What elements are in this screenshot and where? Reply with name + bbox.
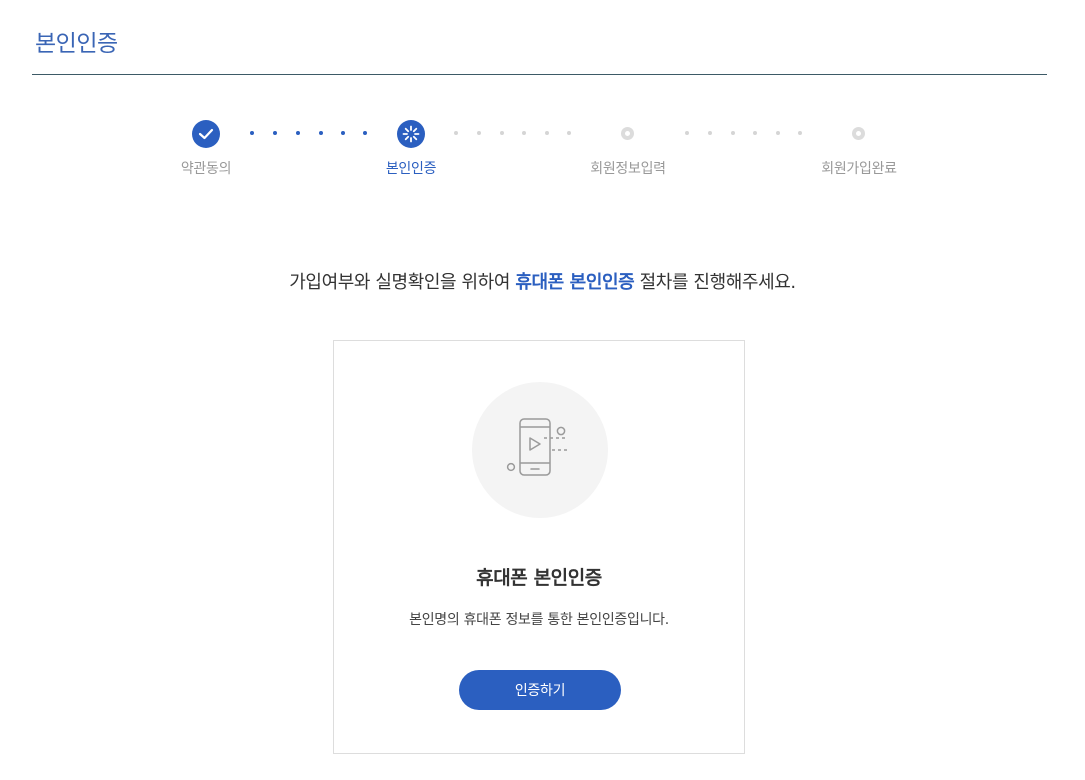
step-label-identity: 본인인증: [385, 161, 437, 177]
progress-dot: [273, 131, 277, 135]
mobile-phone-icon: [506, 418, 568, 476]
title-divider: [32, 74, 1047, 75]
verify-button[interactable]: 인증하기: [459, 670, 621, 710]
phone-verification-card: 휴대폰 본인인증 본인명의 휴대폰 정보를 통한 본인인증입니다. 인증하기: [333, 340, 745, 754]
phone-icon-circle: [472, 382, 608, 518]
progress-dot: [477, 131, 481, 135]
signup-stepper: 약관동의 본인인증 회원정보입력 회원가입완료: [0, 118, 1085, 188]
progress-dot: [776, 131, 780, 135]
step-label-member-info: 회원정보입력: [590, 161, 666, 177]
loading-spinner-icon: [397, 120, 425, 148]
progress-dot: [341, 131, 345, 135]
intro-text-before: 가입여부와 실명확인을 위하여: [289, 272, 516, 293]
card-title: 휴대폰 본인인증: [476, 567, 602, 589]
progress-dot: [454, 131, 458, 135]
progress-dot: [731, 131, 735, 135]
progress-dot: [545, 131, 549, 135]
progress-dot: [753, 131, 757, 135]
intro-highlight: 휴대폰 본인인증: [515, 272, 635, 293]
card-description: 본인명의 휴대폰 정보를 통한 본인인증입니다.: [409, 612, 669, 628]
progress-dot: [522, 131, 526, 135]
progress-dot: [798, 131, 802, 135]
circle-icon: [852, 127, 865, 140]
progress-dot: [363, 131, 367, 135]
progress-dot: [500, 131, 504, 135]
step-label-terms: 약관동의: [180, 161, 232, 177]
progress-dot: [708, 131, 712, 135]
intro-text-after: 절차를 진행해주세요.: [634, 272, 796, 293]
progress-dot: [250, 131, 254, 135]
progress-dot: [567, 131, 571, 135]
circle-icon: [621, 127, 634, 140]
page-title: 본인인증: [35, 31, 118, 57]
progress-dot: [685, 131, 689, 135]
check-icon: [192, 120, 220, 148]
step-label-complete: 회원가입완료: [821, 161, 897, 177]
progress-dot: [319, 131, 323, 135]
intro-message: 가입여부와 실명확인을 위하여 휴대폰 본인인증 절차를 진행해주세요.: [0, 268, 1085, 294]
progress-dot: [296, 131, 300, 135]
